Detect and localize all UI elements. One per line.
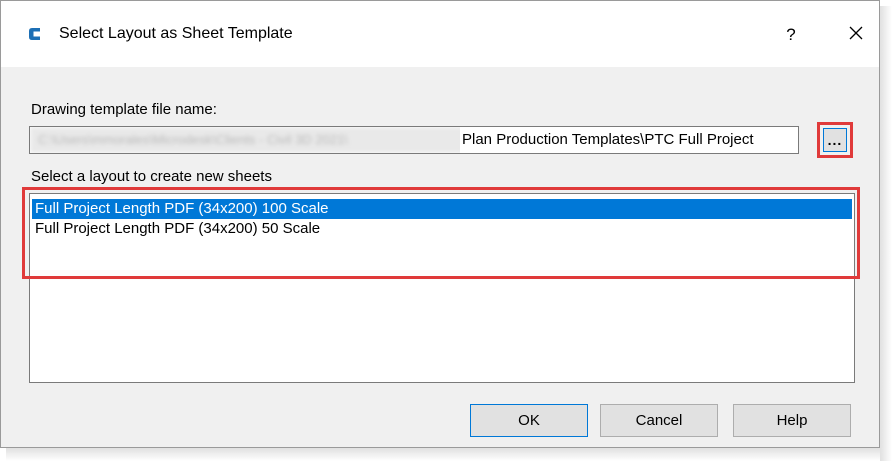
ok-button[interactable]: OK	[470, 404, 588, 437]
window-shadow-right	[880, 6, 892, 461]
help-title-button[interactable]: ?	[771, 17, 811, 53]
layout-list-label: Select a layout to create new sheets	[31, 168, 272, 185]
layout-listbox[interactable]: Full Project Length PDF (34x200) 100 Sca…	[29, 193, 855, 383]
window-title: Select Layout as Sheet Template	[59, 25, 293, 42]
question-mark-icon: ?	[786, 25, 796, 44]
browse-button[interactable]: ...	[823, 128, 847, 152]
layout-list-item[interactable]: Full Project Length PDF (34x200) 50 Scal…	[32, 219, 852, 239]
window-shadow-bottom	[6, 448, 880, 461]
civil3d-c-icon	[25, 23, 45, 45]
close-icon	[848, 25, 864, 45]
title-bar[interactable]: Select Layout as Sheet Template ?	[1, 1, 879, 67]
file-path-obscured: C:\Users\mmorales\Microdesk\Clients - Ci…	[30, 127, 468, 153]
select-layout-dialog: Select Layout as Sheet Template ? Drawin…	[0, 0, 880, 448]
cancel-button[interactable]: Cancel	[600, 404, 718, 437]
close-button[interactable]	[836, 17, 876, 53]
help-button[interactable]: Help	[733, 404, 851, 437]
ellipsis-icon: ...	[827, 132, 843, 148]
layout-list-item[interactable]: Full Project Length PDF (34x200) 100 Sca…	[32, 199, 852, 219]
template-file-path-field[interactable]: C:\Users\mmorales\Microdesk\Clients - Ci…	[29, 126, 799, 154]
file-path-visible: Plan Production Templates\PTC Full Proje…	[460, 127, 798, 153]
template-file-label: Drawing template file name:	[31, 101, 217, 118]
